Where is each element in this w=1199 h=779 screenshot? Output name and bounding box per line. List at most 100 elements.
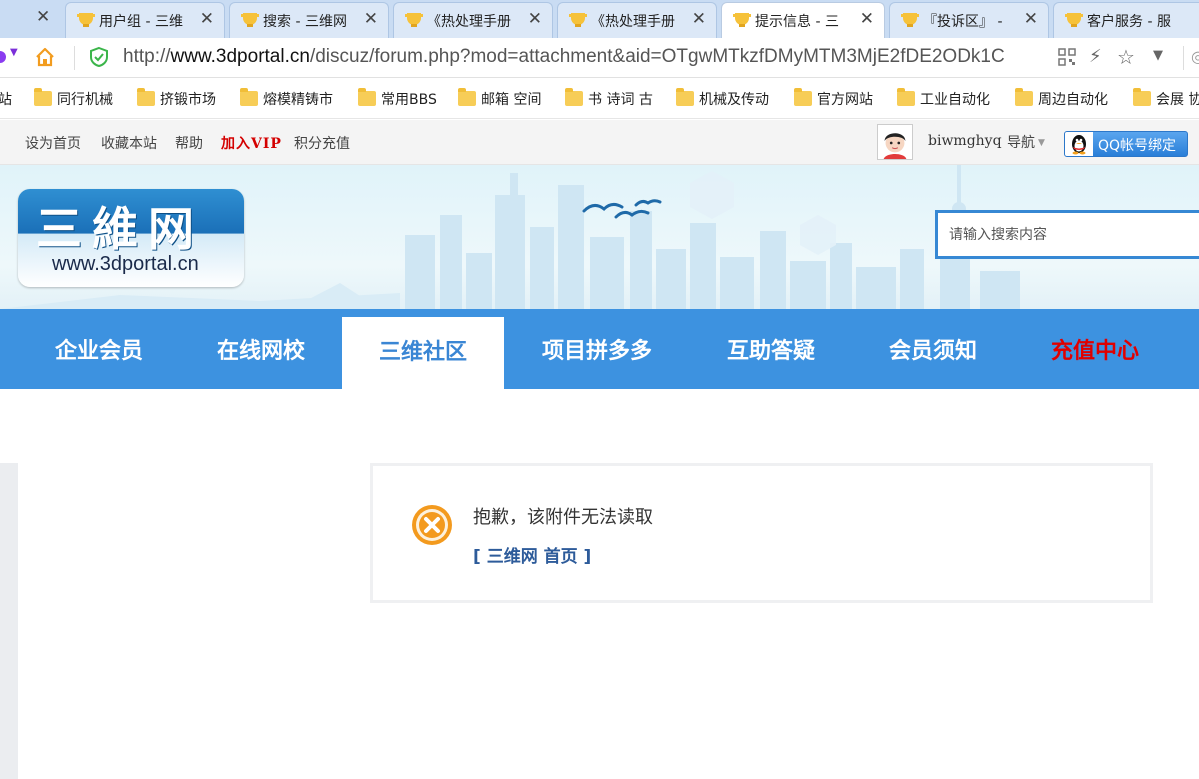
bookmark-label: 同行机械	[57, 92, 113, 108]
bookmark-label: 工业自动化	[920, 92, 990, 108]
previous-tab-close-icon[interactable]: ✕	[36, 7, 50, 27]
bookmark-label: 机械及传动	[699, 92, 769, 108]
folder-icon	[676, 88, 694, 106]
browser-tab[interactable]: 用户组 - 三维 ✕	[65, 2, 225, 38]
bookmark-folder[interactable]: 挤锻市场	[137, 88, 216, 111]
bookmark-folder[interactable]: 邮箱 空间	[458, 88, 542, 111]
shield-check-icon[interactable]	[88, 46, 110, 68]
tab-label: 搜索 - 三维网	[263, 14, 347, 30]
divider	[1183, 46, 1184, 70]
site-banner: 三維网 www.3dportal.cn	[0, 165, 1199, 309]
bookmark-item[interactable]: 站	[0, 89, 12, 111]
bookmark-label: 官方网站	[817, 92, 873, 108]
help-link[interactable]: 帮助	[175, 133, 203, 153]
browser-tab[interactable]: 《热处理手册 ✕	[393, 2, 553, 38]
folder-icon	[1015, 88, 1033, 106]
folder-icon	[240, 88, 258, 106]
qq-bind-label: QQ帐号绑定	[1098, 138, 1177, 154]
error-message: 抱歉，该附件无法读取	[473, 507, 653, 528]
browser-tab-active[interactable]: 提示信息 - 三 ✕	[721, 2, 885, 38]
profile-menu-caret-icon[interactable]: ▼	[10, 47, 18, 58]
bookmark-folder[interactable]: 熔模精铸市	[240, 88, 333, 111]
bookmark-label: 挤锻市场	[160, 92, 216, 108]
lightning-icon[interactable]: ⚡	[1089, 46, 1102, 67]
site-top-bar: 设为首页 收藏本站 帮助 加入VIP 积分充值 biwmghyq 导航 ▼ QQ帐…	[0, 120, 1199, 165]
bookmark-label: 书 诗词 古	[588, 92, 653, 108]
url-host: www.3dportal.cn	[170, 46, 310, 67]
nav-recharge-center[interactable]: 充值中心	[1014, 309, 1176, 389]
site-logo[interactable]: 三維网 www.3dportal.cn	[18, 189, 244, 287]
bookmark-site-link[interactable]: 收藏本站	[101, 133, 157, 153]
bookmark-folder[interactable]: 机械及传动	[676, 88, 769, 111]
profile-icon[interactable]	[0, 51, 6, 63]
url-path: /discuz/forum.php?mod=attachment&aid=OTg…	[309, 46, 1005, 67]
tab-label: 客户服务 - 服	[1087, 14, 1171, 30]
avatar[interactable]	[877, 124, 913, 160]
bookmark-label: 会展 协	[1156, 92, 1199, 108]
tab-close-icon[interactable]: ✕	[364, 9, 378, 29]
nav-label: 导航	[1007, 135, 1035, 151]
trophy-cup-icon	[77, 13, 95, 27]
bookmark-folder[interactable]: 周边自动化	[1015, 88, 1108, 111]
trophy-cup-icon	[405, 13, 423, 27]
nav-online-school[interactable]: 在线网校	[180, 309, 342, 389]
bookmark-folder[interactable]: 常用BBS	[358, 88, 437, 111]
nav-enterprise-member[interactable]: 企业会员	[18, 309, 180, 389]
tab-close-icon[interactable]: ✕	[528, 9, 542, 29]
qq-bind-button[interactable]: QQ帐号绑定	[1064, 131, 1188, 157]
folder-icon	[358, 88, 376, 106]
tab-close-icon[interactable]: ✕	[1024, 9, 1038, 29]
star-icon[interactable]: ☆	[1117, 45, 1135, 69]
bookmark-label: 邮箱 空间	[481, 92, 542, 108]
bookmark-folder[interactable]: 官方网站	[794, 88, 873, 111]
nav-mutual-qa[interactable]: 互助答疑	[690, 309, 852, 389]
browser-tab[interactable]: 客户服务 - 服	[1053, 2, 1199, 38]
folder-icon	[458, 88, 476, 106]
bookmark-label: 周边自动化	[1038, 92, 1108, 108]
bookmark-label: 站	[0, 92, 12, 108]
username-link[interactable]: biwmghyq	[928, 133, 1002, 149]
folder-icon	[897, 88, 915, 106]
error-x-icon	[412, 505, 452, 545]
chevron-down-icon[interactable]: ▼	[1153, 48, 1163, 63]
trophy-cup-icon	[241, 13, 259, 27]
tab-close-icon[interactable]: ✕	[692, 9, 706, 29]
tab-close-icon[interactable]: ✕	[200, 9, 214, 29]
logo-title: 三維网	[36, 202, 204, 256]
url-scheme: http://	[123, 46, 171, 67]
tab-label: 『投诉区』 -	[923, 14, 1003, 30]
nav-project-group-buy[interactable]: 项目拼多多	[504, 309, 690, 389]
main-navigation: 企业会员 在线网校 三维社区 项目拼多多 互助答疑 会员须知 充值中心	[0, 309, 1199, 389]
caret-down-icon: ▼	[1038, 138, 1045, 148]
qr-code-icon[interactable]	[1058, 48, 1076, 66]
recharge-points-link[interactable]: 积分充值	[294, 133, 350, 153]
nav-dropdown[interactable]: 导航 ▼	[1007, 132, 1045, 152]
set-homepage-link[interactable]: 设为首页	[25, 133, 81, 153]
tab-label: 《热处理手册	[427, 14, 511, 30]
qq-penguin-icon	[1065, 132, 1093, 156]
site-home-link[interactable]: [ 三维网 首页 ]	[473, 542, 591, 567]
join-vip-link[interactable]: 加入VIP	[221, 133, 282, 153]
extension-icon[interactable]: ◎	[1191, 47, 1199, 66]
folder-icon	[34, 88, 52, 106]
tab-label: 提示信息 - 三	[755, 14, 839, 30]
home-icon[interactable]	[34, 46, 56, 68]
nav-3d-community[interactable]: 三维社区	[342, 317, 504, 389]
browser-tab[interactable]: 搜索 - 三维网 ✕	[229, 2, 389, 38]
folder-icon	[137, 88, 155, 106]
bookmark-folder[interactable]: 书 诗词 古	[565, 88, 653, 111]
site-search	[935, 210, 1199, 259]
address-bar: ▼ http://www.3dportal.cn/discuz/forum.ph…	[0, 38, 1199, 78]
trophy-cup-icon	[733, 13, 751, 27]
browser-tab[interactable]: 《热处理手册 ✕	[557, 2, 717, 38]
search-input[interactable]	[938, 213, 1199, 256]
bookmark-folder[interactable]: 工业自动化	[897, 88, 990, 111]
browser-tab[interactable]: 『投诉区』 - ✕	[889, 2, 1049, 38]
folder-icon	[794, 88, 812, 106]
nav-member-notice[interactable]: 会员须知	[852, 309, 1014, 389]
url-field[interactable]: http://www.3dportal.cn/discuz/forum.php?…	[123, 46, 1055, 68]
bookmark-folder[interactable]: 会展 协	[1133, 88, 1199, 111]
user-avatar-icon	[883, 133, 907, 159]
tab-close-icon[interactable]: ✕	[860, 9, 874, 29]
bookmark-folder[interactable]: 同行机械	[34, 88, 113, 111]
